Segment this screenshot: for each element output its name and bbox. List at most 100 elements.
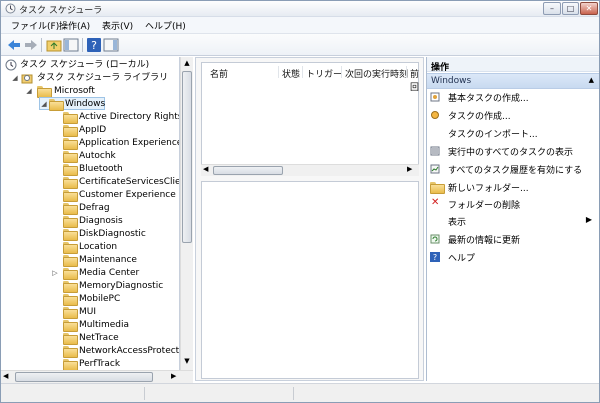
refresh-icon [430, 234, 440, 244]
scroll-left-icon[interactable]: ◀ [203, 165, 208, 173]
menu-view[interactable]: 表示(V) [102, 19, 133, 32]
column-separator[interactable] [278, 66, 279, 78]
scroll-thumb[interactable] [182, 71, 192, 243]
action-label: タスクのインポート... [448, 130, 538, 140]
action-pane-icon[interactable] [103, 37, 119, 53]
new-folder-icon [430, 182, 445, 194]
menu-help[interactable]: ヘルプ(H) [145, 19, 186, 32]
folder-icon [63, 138, 78, 150]
close-button[interactable]: ✕ [580, 2, 598, 15]
help-icon: ? [430, 252, 440, 262]
folder-icon [63, 268, 78, 280]
action-label: 基本タスクの作成... [448, 94, 529, 104]
tree-folder-label: Application Experience [79, 138, 180, 148]
action-label: 新しいフォルダー... [448, 184, 529, 194]
running-tasks-icon [430, 146, 440, 156]
console-tree: タスク スケジューラ (ローカル) ◢ タスク スケジューラ ライブラリ ◢ M… [1, 57, 180, 370]
scroll-right-icon[interactable]: ▶ [407, 165, 412, 173]
action-import-task[interactable]: タスクのインポート... [427, 125, 599, 141]
action-delete-folder[interactable]: ✕ フォルダーの削除 [427, 196, 599, 212]
action-label: すべてのタスク履歴を有効にする [448, 166, 583, 176]
action-label: タスクの作成... [448, 112, 511, 122]
console-tree-icon[interactable] [63, 37, 79, 53]
toolbar-separator [41, 38, 42, 52]
expand-arrow-icon[interactable]: ◢ [11, 72, 19, 84]
help-icon[interactable]: ? [86, 37, 102, 53]
status-bar [1, 383, 599, 402]
column-status[interactable]: 状態 [282, 67, 300, 80]
toolbar: ? [1, 34, 599, 56]
scroll-right-icon[interactable]: ▶ [171, 372, 176, 380]
action-help[interactable]: ? ヘルプ [427, 249, 599, 265]
tree-folder-label: Defrag [79, 203, 110, 213]
folder-icon [63, 216, 78, 228]
action-create-task[interactable]: タスクの作成... [427, 107, 599, 123]
actions-section-label: Windows [431, 76, 472, 86]
folder-up-icon[interactable] [46, 37, 62, 53]
tree-folder-label: NetworkAccessProtectio [79, 346, 180, 356]
action-refresh[interactable]: 最新の情報に更新 [427, 231, 599, 247]
tree-windows-selected[interactable]: ◢ Windows [39, 97, 106, 111]
svg-text:?: ? [433, 253, 437, 262]
action-label: ヘルプ [448, 254, 476, 264]
svg-text:?: ? [91, 39, 97, 52]
column-last-run[interactable]: 前回 [410, 67, 419, 93]
minimize-button[interactable]: – [543, 2, 561, 15]
delete-icon: ✕ [431, 197, 440, 208]
scroll-thumb[interactable] [15, 372, 153, 382]
expand-arrow-icon[interactable]: ◢ [25, 85, 33, 97]
action-enable-history[interactable]: すべてのタスク履歴を有効にする [427, 161, 599, 177]
action-show-running-tasks[interactable]: 実行中のすべてのタスクの表示 [427, 143, 599, 159]
back-arrow-icon[interactable] [6, 37, 22, 53]
scroll-down-icon[interactable]: ▼ [182, 357, 192, 367]
folder-icon [63, 112, 78, 124]
forward-arrow-icon[interactable] [23, 37, 39, 53]
action-create-basic-task[interactable]: 基本タスクの作成... [427, 89, 599, 105]
tree-folder-label: MobilePC [79, 294, 121, 304]
tree-folder-label: AppID [79, 125, 107, 135]
scroll-up-icon[interactable]: ▲ [182, 59, 192, 69]
tree-folder-label: MUI [79, 307, 97, 317]
column-trigger[interactable]: トリガー [306, 67, 342, 80]
tree-folder-label: NetTrace [79, 333, 119, 343]
column-name[interactable]: 名前 [210, 67, 228, 80]
tree-windows-label: Windows [65, 99, 106, 109]
main-window: タスク スケジューラ – □ ✕ ファイル(F) 操作(A) 表示(V) ヘルプ… [0, 0, 600, 403]
action-view[interactable]: 表示 ▶ [427, 213, 599, 229]
menu-action[interactable]: 操作(A) [59, 19, 90, 32]
tree-folder-label: PerfTrack [79, 359, 121, 369]
tree-folder-label: Active Directory Rights M [79, 112, 180, 122]
tree-folder-label: CertificateServicesClient [79, 177, 180, 187]
basic-task-icon [430, 92, 440, 102]
maximize-button[interactable]: □ [562, 2, 579, 15]
folder-icon [63, 125, 78, 137]
column-separator[interactable] [302, 66, 303, 78]
tree-folder-label: Customer Experience Im [79, 190, 180, 200]
scroll-left-icon[interactable]: ◀ [3, 372, 8, 380]
tree-vertical-scrollbar[interactable]: ▲ ▼ [180, 57, 193, 370]
action-new-folder[interactable]: 新しいフォルダー... [427, 179, 599, 195]
collapse-arrow-icon[interactable]: ▲ [589, 76, 594, 84]
action-label: 最新の情報に更新 [448, 236, 521, 246]
tree-library-label: タスク スケジューラ ライブラリ [37, 73, 169, 83]
actions-section-windows[interactable]: Windows ▲ [427, 73, 599, 89]
clock-icon [5, 59, 17, 71]
scroll-thumb[interactable] [213, 166, 283, 175]
expand-arrow-icon[interactable]: ▷ [51, 267, 59, 279]
history-icon [430, 164, 440, 174]
column-separator[interactable] [341, 66, 342, 78]
tree-folder-label: Autochk [79, 151, 116, 161]
list-horizontal-scrollbar[interactable]: ◀ ▶ [201, 164, 419, 176]
create-task-icon [431, 111, 439, 119]
tree-horizontal-scrollbar[interactable]: ◀ ▶ [1, 370, 193, 383]
column-separator[interactable] [406, 66, 407, 78]
tree-folder-label: Media Center [79, 268, 140, 278]
folder-icon [63, 177, 78, 189]
menu-file[interactable]: ファイル(F) [11, 19, 59, 32]
folder-icon [63, 320, 78, 332]
folder-icon [63, 255, 78, 267]
task-details-pane [201, 181, 419, 379]
expand-arrow-icon[interactable]: ◢ [40, 98, 48, 110]
folder-icon [63, 229, 78, 241]
column-next-run[interactable]: 次回の実行時刻 [345, 67, 408, 80]
